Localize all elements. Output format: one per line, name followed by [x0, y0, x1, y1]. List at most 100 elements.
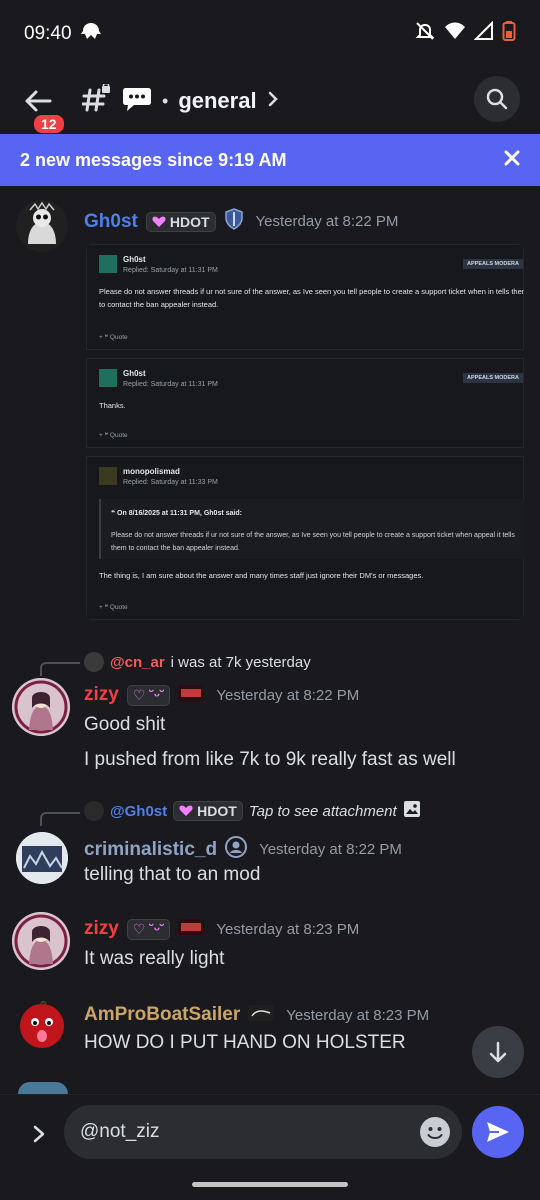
smiley-icon — [421, 1118, 449, 1146]
forum-quote-head: ❝ On 8/16/2025 at 11:31 PM, Gh0st said: — [111, 510, 242, 517]
message-text: HOW DO I PUT HAND ON HOLSTER — [84, 1032, 406, 1053]
avatar[interactable] — [12, 912, 70, 970]
reply-preview[interactable]: @Gh0st HDOT Tap to see attachment — [84, 800, 421, 822]
server-tag[interactable]: HDOT — [145, 211, 216, 232]
notification-icon — [80, 21, 102, 47]
status-bar: 09:40 — [0, 0, 540, 68]
reply-server-tag: HDOT — [173, 801, 243, 821]
avatar-partial — [18, 1082, 68, 1094]
expand-button[interactable] — [24, 1119, 54, 1149]
timestamp: Yesterday at 8:23 PM — [286, 1006, 430, 1024]
forum-post-text: Please do not answer threads if ur not s… — [99, 287, 524, 309]
image-icon — [403, 800, 421, 822]
tag-image-icon — [178, 684, 205, 706]
search-button[interactable] — [474, 76, 520, 122]
tag-image-icon — [178, 918, 205, 940]
heart-icon — [152, 216, 166, 227]
author-name[interactable]: zizy — [84, 918, 119, 940]
back-button[interactable]: 12 — [18, 81, 66, 135]
battery-icon — [502, 20, 516, 48]
forum-post: monopolismad Replied: Saturday at 11:33 … — [86, 456, 524, 620]
emoji-button[interactable] — [420, 1117, 450, 1147]
avatar[interactable] — [16, 832, 68, 884]
chevron-right-icon — [33, 1125, 45, 1143]
forum-avatar — [99, 369, 117, 387]
timestamp: Yesterday at 8:23 PM — [216, 920, 360, 938]
home-indicator[interactable] — [192, 1182, 348, 1187]
heart-icon — [179, 805, 193, 816]
forum-quote-text: Please do not answer threads if ur not s… — [111, 532, 515, 552]
message-text: telling that to an mod — [84, 864, 261, 885]
arrow-down-icon — [489, 1041, 507, 1063]
speech-bubble-icon — [122, 86, 152, 117]
wifi-icon — [444, 21, 466, 47]
timestamp: Yesterday at 8:22 PM — [216, 686, 360, 704]
forum-author: Gh0st — [123, 369, 146, 378]
forum-author: monopolismad — [123, 467, 180, 476]
forum-author: Gh0st — [123, 255, 146, 264]
search-icon — [486, 88, 508, 110]
author-name[interactable]: zizy — [84, 684, 119, 706]
reply-avatar — [84, 652, 104, 672]
forum-post-footer: + ❝ Quote — [99, 604, 128, 611]
timestamp: Yesterday at 8:22 PM — [259, 841, 402, 858]
forum-role-chip: APPEALS MODERA — [463, 259, 523, 269]
author-name[interactable]: AmProBoatSailer — [84, 1004, 240, 1026]
server-tag-label: ♡ ˘ᵕ˘ — [132, 920, 165, 937]
reply-line — [40, 812, 80, 826]
forum-avatar — [99, 255, 117, 273]
jump-to-bottom-button[interactable] — [472, 1026, 524, 1078]
avatar[interactable] — [12, 678, 70, 736]
mute-icon — [414, 20, 436, 48]
server-tag[interactable]: ♡ ˘ᵕ˘ — [126, 684, 171, 706]
back-arrow-icon — [25, 90, 52, 112]
send-icon — [487, 1122, 509, 1142]
user-icon — [225, 836, 248, 863]
unread-badge: 12 — [32, 113, 66, 135]
forum-post-text: Thanks. — [99, 401, 126, 410]
server-tag[interactable]: ♡ ˘ᵕ˘ — [126, 918, 171, 940]
reply-preview[interactable]: @cn_ar i was at 7k yesterday — [84, 652, 311, 672]
reply-tag-label: HDOT — [197, 803, 237, 819]
message-text: Good shit — [84, 714, 166, 735]
reply-line — [40, 662, 80, 676]
forum-post-text: The thing is, I am sure about the answer… — [99, 571, 424, 580]
reply-avatar — [84, 801, 104, 821]
message-text: It was really light — [84, 948, 225, 969]
reply-text: i was at 7k yesterday — [170, 653, 311, 671]
forum-post: Gh0st Replied: Saturday at 11:31 PM APPE… — [86, 358, 524, 448]
new-messages-banner[interactable]: 2 new messages since 9:19 AM — [0, 134, 540, 186]
author-name[interactable]: criminalistic_d — [84, 839, 217, 861]
new-messages-text: 2 new messages since 9:19 AM — [20, 149, 287, 170]
timestamp: Yesterday at 8:22 PM — [255, 213, 399, 230]
forum-meta: Replied: Saturday at 11:33 PM — [123, 479, 218, 486]
separator-dot: • — [162, 90, 169, 111]
channel-title[interactable]: • general — [81, 82, 279, 119]
reply-author: @cn_ar — [110, 653, 165, 671]
chevron-right-icon — [267, 90, 279, 113]
signal-icon — [473, 20, 494, 47]
channel-header: 12 • general — [0, 68, 540, 135]
forum-post: Gh0st Replied: Saturday at 11:31 PM APPE… — [86, 244, 524, 350]
server-tag-label: ♡ ˘ᵕ˘ — [132, 686, 165, 703]
reply-text: Tap to see attachment — [248, 802, 397, 820]
forum-role-chip: APPEALS MODERA — [463, 373, 523, 383]
locked-channel-icon — [81, 82, 112, 119]
avatar[interactable] — [16, 998, 68, 1050]
reply-author: @Gh0st — [110, 802, 168, 820]
forum-avatar — [99, 467, 117, 485]
message-text: I pushed from like 7k to 9k really fast … — [84, 749, 456, 770]
forum-quote: ❝ On 8/16/2025 at 11:31 PM, Gh0st said: … — [99, 499, 524, 559]
forum-post-footer: + ❝ Quote — [99, 334, 128, 341]
author-name[interactable]: Gh0st — [84, 211, 138, 233]
image-attachment[interactable]: Gh0st Replied: Saturday at 11:31 PM APPE… — [86, 244, 524, 620]
message-input[interactable]: @not_ziz — [64, 1105, 462, 1159]
avatar[interactable] — [16, 200, 68, 252]
forum-meta: Replied: Saturday at 11:31 PM — [123, 381, 218, 388]
server-tag-label: HDOT — [169, 213, 210, 230]
shield-icon — [224, 208, 244, 235]
status-time: 09:40 — [24, 23, 72, 44]
forum-post-footer: + ❝ Quote — [99, 432, 128, 439]
close-icon[interactable] — [504, 150, 520, 171]
send-button[interactable] — [472, 1106, 524, 1158]
